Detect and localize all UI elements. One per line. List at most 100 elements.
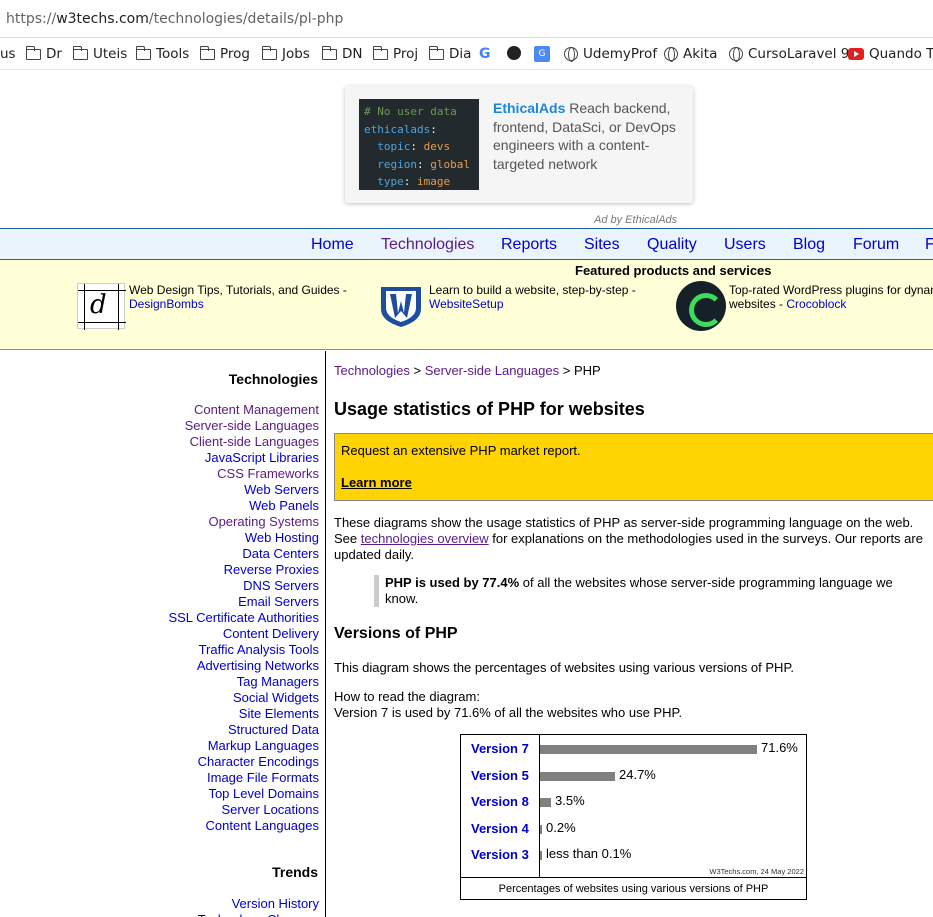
sidebar-item-character-encodings[interactable]: Character Encodings bbox=[168, 754, 319, 770]
sidebar-item-reverse-proxies[interactable]: Reverse Proxies bbox=[168, 562, 319, 578]
youtube-icon bbox=[848, 48, 864, 60]
folder-icon bbox=[135, 45, 151, 60]
ad-by-label[interactable]: Ad by EthicalAds bbox=[594, 214, 677, 226]
sidebar-item-email-servers[interactable]: Email Servers bbox=[168, 594, 319, 610]
bookmark-translate[interactable]: G bbox=[534, 46, 550, 62]
crocoblock-link[interactable]: Crocoblock bbox=[786, 297, 846, 311]
sidebar-item-dns-servers[interactable]: DNS Servers bbox=[168, 578, 319, 594]
chart-divider bbox=[461, 877, 806, 878]
versions-description: This diagram shows the percentages of we… bbox=[334, 660, 795, 675]
bookmark-dr[interactable]: Dr bbox=[25, 45, 62, 62]
ad-text[interactable]: EthicalAds Reach backend, frontend, Data… bbox=[493, 99, 683, 173]
bookmark-us[interactable]: us bbox=[0, 46, 16, 62]
bookmark-google[interactable]: G bbox=[479, 46, 491, 62]
bookmark-label: Tools bbox=[156, 46, 190, 62]
designbombs-logo[interactable]: d bbox=[77, 283, 126, 330]
url-text[interactable]: https://w3techs.com/technologies/details… bbox=[6, 11, 343, 27]
ethicalads-banner[interactable]: # No user data ethicalads: topic: devs re… bbox=[345, 86, 693, 203]
bookmark-github[interactable] bbox=[507, 46, 521, 60]
sidebar-item-social-widgets[interactable]: Social Widgets bbox=[168, 690, 319, 706]
sidebar-item-server-side-languages[interactable]: Server-side Languages bbox=[168, 418, 319, 434]
sidebar-item-data-centers[interactable]: Data Centers bbox=[168, 546, 319, 562]
nav-blog[interactable]: Blog bbox=[793, 236, 825, 254]
sidebar-item-advertising-networks[interactable]: Advertising Networks bbox=[168, 658, 319, 674]
bookmark-cursolaravel-9[interactable]: CursoLaravel 9 bbox=[729, 46, 849, 62]
bookmark-proj[interactable]: Proj bbox=[372, 45, 418, 62]
bookmark-dia[interactable]: Dia bbox=[428, 45, 471, 62]
bookmark-quando-tu[interactable]: Quando Tu bbox=[848, 46, 933, 62]
sidebar-item-tag-managers[interactable]: Tag Managers bbox=[168, 674, 319, 690]
php-versions-chart: W3Techs.com, 24 May 2022 Percentages of … bbox=[460, 734, 807, 900]
learn-more-link[interactable]: Learn more bbox=[341, 475, 412, 490]
sidebar-item-version-history[interactable]: Version History bbox=[198, 896, 319, 912]
chart-category-version-3[interactable]: Version 3 bbox=[471, 847, 529, 862]
websitesetup-link[interactable]: WebsiteSetup bbox=[429, 297, 504, 311]
ad-code-line: ethicalads: bbox=[364, 122, 437, 136]
bookmark-akita[interactable]: Akita bbox=[664, 46, 717, 62]
bookmark-uteis[interactable]: Uteis bbox=[72, 45, 128, 62]
address-bar[interactable]: https://w3techs.com/technologies/details… bbox=[0, 0, 933, 38]
sidebar-item-markup-languages[interactable]: Markup Languages bbox=[168, 738, 319, 754]
chart-bar-version-5 bbox=[540, 771, 615, 781]
technologies-overview-link[interactable]: technologies overview bbox=[361, 531, 489, 546]
chart-bar-version-4 bbox=[540, 824, 542, 834]
sidebar-item-web-hosting[interactable]: Web Hosting bbox=[168, 530, 319, 546]
folder-icon bbox=[199, 45, 215, 60]
featured-products: Featured products and services Web Desig… bbox=[0, 260, 933, 350]
bookmark-dn[interactable]: DN bbox=[321, 45, 363, 62]
sidebar-item-site-elements[interactable]: Site Elements bbox=[168, 706, 319, 722]
globe-icon bbox=[664, 47, 678, 62]
ad-code-line: region: global bbox=[377, 157, 470, 171]
sidebar-item-technology-changes[interactable]: Technology Changes bbox=[198, 912, 319, 917]
sidebar-item-image-file-formats[interactable]: Image File Formats bbox=[168, 770, 319, 786]
chart-category-version-7[interactable]: Version 7 bbox=[471, 741, 529, 756]
bookmark-prog[interactable]: Prog bbox=[199, 45, 250, 62]
bookmark-label: Jobs bbox=[282, 46, 310, 62]
nav-home[interactable]: Home bbox=[311, 236, 354, 254]
bookmark-tools[interactable]: Tools bbox=[135, 45, 190, 62]
bookmark-label: us bbox=[0, 46, 16, 62]
sidebar-item-ssl-certificate-authorities[interactable]: SSL Certificate Authorities bbox=[168, 610, 319, 626]
breadcrumb-server-side-languages[interactable]: Server-side Languages bbox=[425, 363, 559, 378]
nav-users[interactable]: Users bbox=[724, 236, 766, 254]
github-icon bbox=[507, 46, 521, 60]
sidebar-item-content-management[interactable]: Content Management bbox=[168, 402, 319, 418]
nav-sites[interactable]: Sites bbox=[584, 236, 620, 254]
chart-category-version-5[interactable]: Version 5 bbox=[471, 768, 529, 783]
bookmark-label: Uteis bbox=[93, 46, 128, 62]
nav-technologies[interactable]: Technologies bbox=[381, 236, 474, 254]
chart-category-version-8[interactable]: Version 8 bbox=[471, 794, 529, 809]
sidebar-item-content-languages[interactable]: Content Languages bbox=[168, 818, 319, 834]
sidebar-item-structured-data[interactable]: Structured Data bbox=[168, 722, 319, 738]
sidebar-item-top-level-domains[interactable]: Top Level Domains bbox=[168, 786, 319, 802]
ad-code-image[interactable]: # No user data ethicalads: topic: devs re… bbox=[359, 99, 479, 190]
sidebar-item-server-locations[interactable]: Server Locations bbox=[168, 802, 319, 818]
usage-quote: PHP is used by 77.4% of all the websites… bbox=[374, 575, 924, 607]
nav-f[interactable]: F bbox=[925, 236, 933, 254]
sidebar-item-css-frameworks[interactable]: CSS Frameworks bbox=[168, 466, 319, 482]
websitesetup-logo[interactable] bbox=[377, 283, 425, 329]
folder-icon bbox=[372, 45, 388, 60]
google-icon: G bbox=[479, 46, 491, 62]
bookmark-label: Dr bbox=[46, 46, 62, 62]
breadcrumb-technologies[interactable]: Technologies bbox=[334, 363, 410, 378]
sidebar-item-content-delivery[interactable]: Content Delivery bbox=[168, 626, 319, 642]
designbombs-link[interactable]: DesignBombs bbox=[129, 297, 204, 311]
nav-reports[interactable]: Reports bbox=[501, 236, 557, 254]
ad-brand[interactable]: EthicalAds bbox=[493, 100, 565, 116]
bookmark-label: Quando Tu bbox=[869, 46, 933, 62]
chart-credit: W3Techs.com, 24 May 2022 bbox=[709, 867, 804, 876]
sidebar-item-client-side-languages[interactable]: Client-side Languages bbox=[168, 434, 319, 450]
nav-forum[interactable]: Forum bbox=[853, 236, 899, 254]
chart-category-version-4[interactable]: Version 4 bbox=[471, 821, 529, 836]
bookmark-jobs[interactable]: Jobs bbox=[261, 45, 310, 62]
bookmark-udemyprof[interactable]: UdemyProf bbox=[564, 46, 657, 62]
chart-value-label: less than 0.1% bbox=[546, 846, 632, 861]
sidebar-item-web-servers[interactable]: Web Servers bbox=[168, 482, 319, 498]
sidebar-item-web-panels[interactable]: Web Panels bbox=[168, 498, 319, 514]
nav-quality[interactable]: Quality bbox=[647, 236, 697, 254]
sidebar-item-traffic-analysis-tools[interactable]: Traffic Analysis Tools bbox=[168, 642, 319, 658]
sidebar-item-javascript-libraries[interactable]: JavaScript Libraries bbox=[168, 450, 319, 466]
crocoblock-logo[interactable] bbox=[676, 281, 726, 331]
sidebar-item-operating-systems[interactable]: Operating Systems bbox=[168, 514, 319, 530]
